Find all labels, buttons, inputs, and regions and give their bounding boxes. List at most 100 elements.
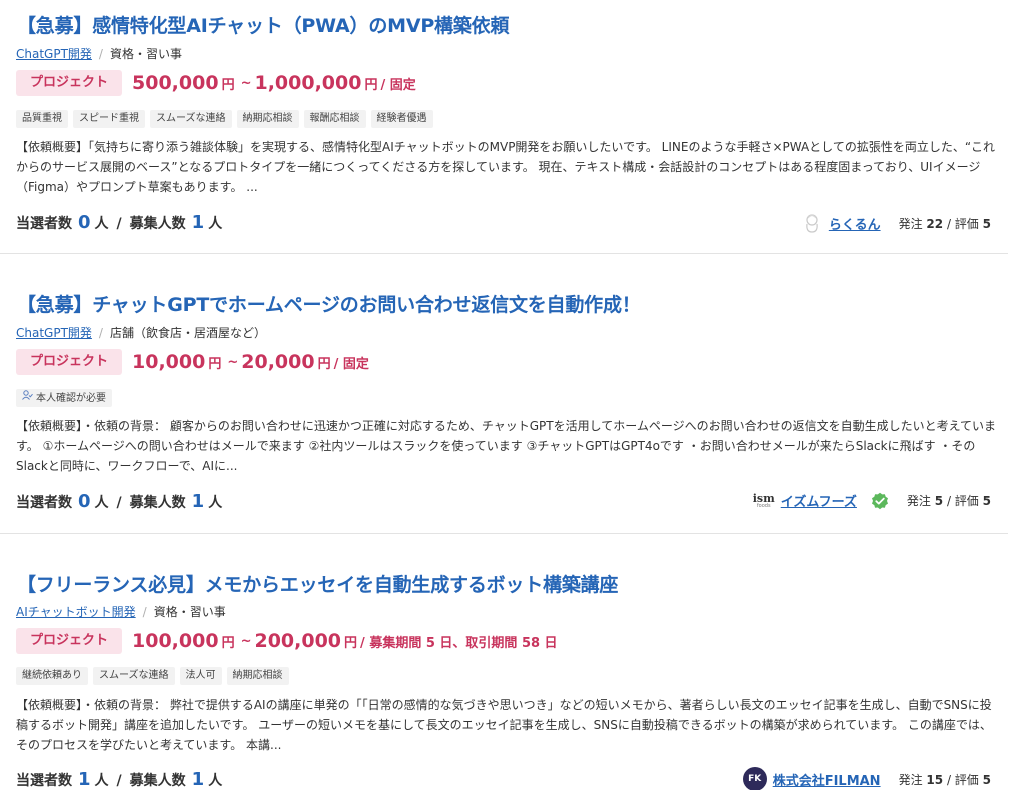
recruit-stats: 当選者数 1 人 / 募集人数 1 人 [16, 769, 222, 790]
client-info: ism foods イズムフーズ 発注 5 / 評価 5 [753, 491, 991, 510]
client-logo-text: ism [752, 491, 775, 505]
tag: 法人可 [179, 667, 222, 685]
subcategory-label: 資格・習い事 [153, 605, 226, 619]
price-max: 20,000 [241, 351, 315, 373]
tag: 本人確認が必要 [16, 389, 112, 407]
yen-unit: 円 [221, 635, 235, 651]
price-min: 10,000 [132, 351, 206, 373]
price-max: 200,000 [254, 630, 342, 652]
client-name-link[interactable]: らくるん [829, 214, 881, 233]
yen-unit: 円 [364, 77, 378, 93]
user-avatar-icon[interactable] [801, 212, 823, 234]
selected-count: 0 [78, 212, 91, 233]
rating-label: 評価 [954, 216, 979, 231]
stats-separator: / [116, 495, 122, 511]
client-logo-text: FK [748, 774, 762, 784]
yen-unit: 円 [344, 635, 358, 651]
price-max: 1,000,000 [254, 72, 362, 94]
tag: 納期応相談 [226, 667, 289, 685]
recruit-label: 募集人数 [129, 773, 186, 789]
recruit-stats: 当選者数 0 人 / 募集人数 1 人 [16, 212, 222, 233]
price-tilde: ~ [240, 75, 252, 91]
subcategory-label: 店舗（飲食店・居酒屋など） [109, 326, 266, 340]
orders-count: 5 [934, 494, 944, 508]
client-name-link[interactable]: イズムフーズ [781, 491, 857, 510]
listing-title[interactable]: 【フリーランス必見】メモからエッセイを自動生成するボット構築講座 [17, 570, 618, 597]
selected-count: 0 [78, 491, 91, 512]
tag-list: 本人確認が必要 [16, 389, 117, 407]
category-separator: / [98, 325, 103, 340]
tag: スムーズな連絡 [93, 667, 175, 685]
price-type: / 固定 [333, 356, 369, 372]
category-link[interactable]: ChatGPT開発 [16, 324, 92, 341]
person-unit: 人 [208, 495, 223, 511]
client-name-link[interactable]: 株式会社FILMAN [773, 770, 881, 789]
tag-label: 本人確認が必要 [36, 393, 106, 404]
client-logo[interactable]: ism foods [753, 493, 775, 509]
yen-unit: 円 [208, 356, 222, 372]
person-check-icon [22, 389, 33, 407]
rating-value: 5 [982, 494, 991, 508]
category-separator: / [142, 604, 147, 619]
rating-label: 評価 [954, 772, 979, 787]
selected-label: 当選者数 [16, 773, 72, 789]
client-stats: 発注 15 / 評価 5 [898, 772, 991, 787]
recruit-count: 1 [191, 491, 205, 512]
orders-label: 発注 [898, 216, 923, 231]
tag: スムーズな連絡 [150, 110, 232, 128]
rating-value: 5 [982, 216, 991, 231]
category-link[interactable]: AIチャットボット開発 [16, 603, 136, 620]
client-logo[interactable]: FK [742, 767, 767, 790]
selected-count: 1 [78, 769, 91, 790]
orders-label: 発注 [906, 494, 931, 508]
project-type-badge: プロジェクト [16, 349, 123, 375]
orders-label: 発注 [898, 772, 923, 787]
tag: 品質重視 [16, 110, 68, 128]
breadcrumb: AIチャットボット開発 / 資格・習い事 [16, 603, 226, 620]
tag: 報酬応相談 [303, 110, 366, 128]
breadcrumb: ChatGPT開発 / 店舗（飲食店・居酒屋など） [16, 324, 266, 341]
tag-list: 品質重視 スピード重視 スムーズな連絡 納期応相談 報酬応相談 経験者優遇 [16, 110, 438, 128]
price-type: / 募集期間 5 日、取引期間 58 日 [360, 635, 558, 651]
project-type-badge: プロジェクト [16, 70, 123, 96]
category-link[interactable]: ChatGPT開発 [16, 45, 92, 62]
person-unit: 人 [94, 216, 109, 232]
yen-unit: 円 [221, 77, 235, 93]
tag-list: 継続依頼あり スムーズな連絡 法人可 納期応相談 [16, 667, 294, 685]
price-type: / 固定 [380, 77, 416, 93]
client-stats: 発注 22 / 評価 5 [898, 216, 991, 231]
listing-card: 【急募】チャットGPTでホームページのお問い合わせ返信文を自動作成！ ChatG… [0, 255, 1008, 534]
client-info: FK 株式会社FILMAN 発注 15 / 評価 5 [742, 767, 991, 790]
tag: 経験者優遇 [370, 110, 433, 128]
listing-title[interactable]: 【急募】チャットGPTでホームページのお問い合わせ返信文を自動作成！ [17, 290, 641, 317]
listing-card: 【フリーランス必見】メモからエッセイを自動生成するボット構築講座 AIチャットボ… [0, 535, 1008, 790]
client-logo-subtext: foods [756, 502, 771, 509]
price-row: プロジェクト 500,000 円 ~ 1,000,000 円 / 固定 [16, 70, 416, 96]
tag: スピード重視 [73, 110, 145, 128]
selected-label: 当選者数 [16, 216, 72, 232]
listing-card: 【急募】感情特化型AIチャット（PWA）のMVP構築依頼 ChatGPT開発 /… [0, 0, 1008, 254]
rating-label: 評価 [954, 494, 979, 508]
project-type-badge: プロジェクト [16, 628, 123, 654]
recruit-label: 募集人数 [129, 495, 186, 511]
listing-title[interactable]: 【急募】感情特化型AIチャット（PWA）のMVP構築依頼 [17, 11, 509, 38]
breadcrumb: ChatGPT開発 / 資格・習い事 [16, 45, 182, 62]
price-tilde: ~ [240, 633, 252, 649]
price-tilde: ~ [227, 354, 239, 370]
price-min: 500,000 [132, 72, 219, 94]
listing-description: 【依頼概要】・依頼の背景： 弊社で提供するAIの講座に単発の「「日常の感情的な気… [16, 698, 992, 752]
job-listing-page: 【急募】感情特化型AIチャット（PWA）のMVP構築依頼 ChatGPT開発 /… [0, 0, 1024, 790]
stats-separator: / [116, 773, 122, 789]
recruit-count: 1 [191, 212, 205, 233]
recruit-count: 1 [191, 769, 205, 790]
client-stats: 発注 5 / 評価 5 [906, 494, 991, 508]
listing-description: 【依頼概要】・依頼の背景： 顧客からのお問い合わせに迅速かつ正確に対応するため、… [16, 419, 997, 473]
rating-value: 5 [982, 772, 991, 787]
stats-separator: / [116, 216, 122, 232]
orders-count: 22 [926, 216, 944, 231]
selected-label: 当選者数 [16, 495, 72, 511]
tag: 納期応相談 [236, 110, 299, 128]
person-unit: 人 [94, 495, 109, 511]
price-row: プロジェクト 100,000 円 ~ 200,000 円 / 募集期間 5 日、… [16, 628, 558, 654]
person-unit: 人 [208, 773, 223, 789]
